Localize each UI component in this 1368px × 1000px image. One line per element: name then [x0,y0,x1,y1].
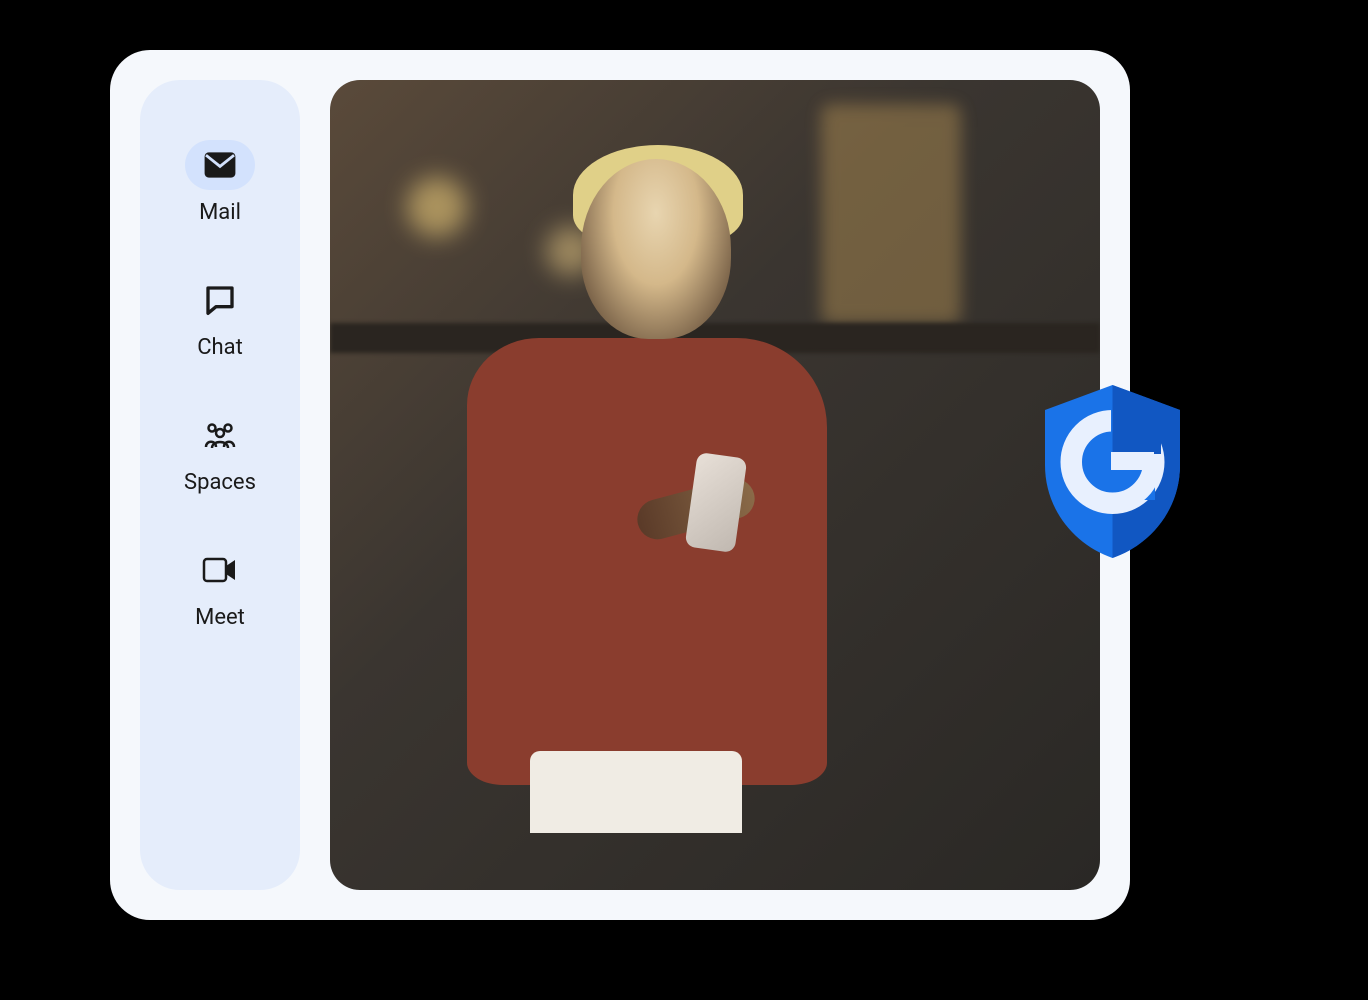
nav-label-chat: Chat [197,335,243,360]
nav-label-meet: Meet [195,605,245,630]
nav-label-mail: Mail [199,200,241,225]
nav-item-mail[interactable]: Mail [185,140,255,225]
person-illustration [446,145,870,834]
sidebar-nav: Mail Chat Spaces [140,80,300,890]
mail-icon [185,140,255,190]
spaces-icon [185,410,255,460]
meet-icon [185,545,255,595]
nav-label-spaces: Spaces [184,470,256,495]
chat-icon [185,275,255,325]
app-card: Mail Chat Spaces [110,50,1130,920]
nav-item-meet[interactable]: Meet [185,545,255,630]
google-shield-badge [1035,380,1190,560]
hero-image [330,80,1100,890]
nav-item-spaces[interactable]: Spaces [184,410,256,495]
nav-item-chat[interactable]: Chat [185,275,255,360]
